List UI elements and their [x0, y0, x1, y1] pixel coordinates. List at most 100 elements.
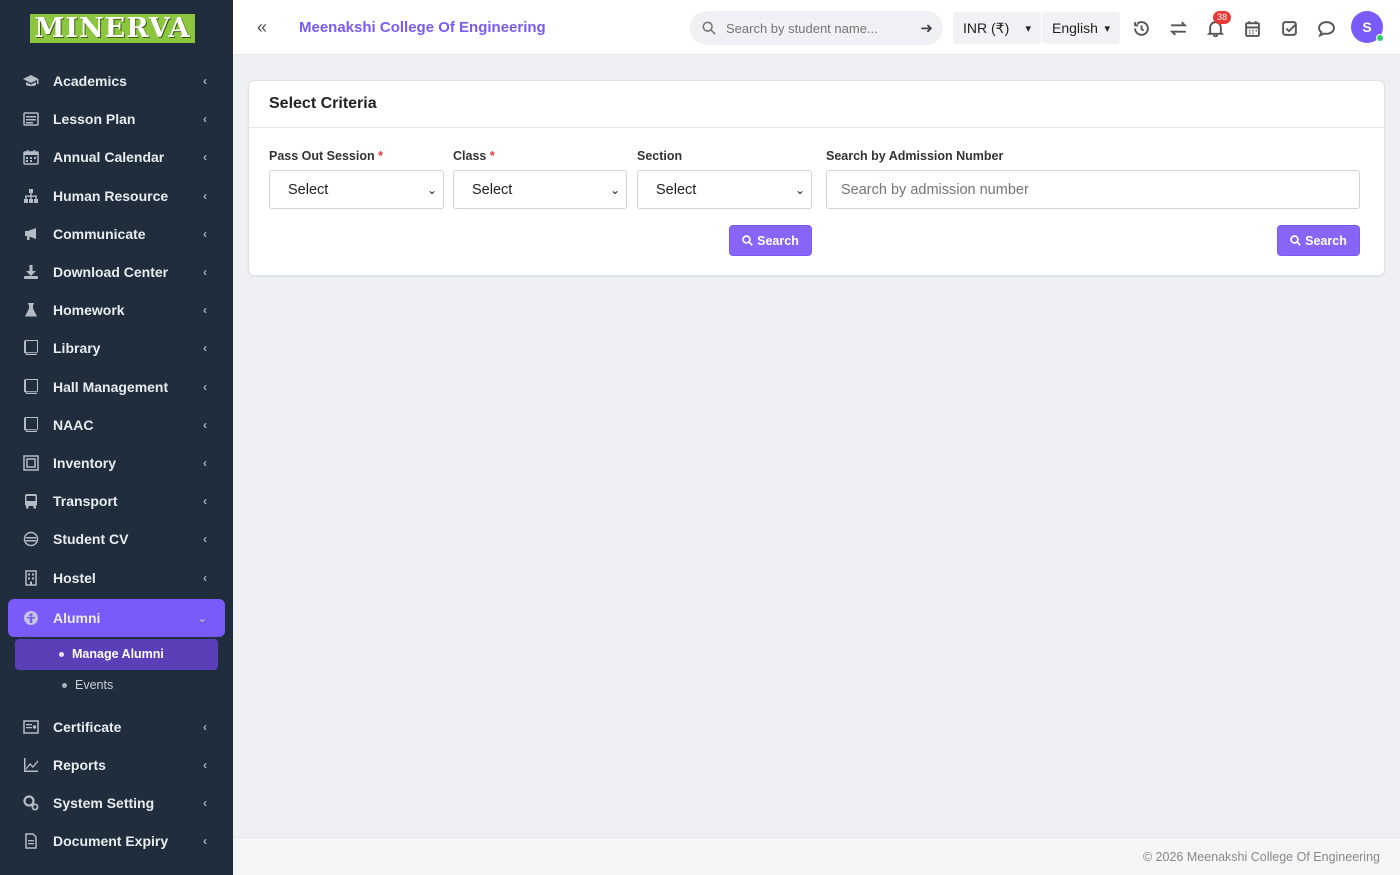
class-select[interactable]: Select ⌄	[453, 170, 627, 209]
pass-out-session-select[interactable]: Select ⌄	[269, 170, 444, 209]
chevron-left-icon: ‹	[203, 834, 207, 849]
cv-icon	[22, 531, 40, 547]
sidebar-item-inventory[interactable]: Inventory ‹	[0, 444, 233, 482]
chevron-left-icon: ‹	[203, 150, 207, 165]
logo-area: MINERVA	[0, 0, 233, 56]
chevron-left-icon: ‹	[203, 74, 207, 89]
class-label: Class	[453, 149, 487, 163]
button-label: Search	[1305, 233, 1347, 248]
history-icon[interactable]	[1131, 18, 1151, 38]
sitemap-icon	[22, 188, 40, 204]
sidebar-item-label: Document Expiry	[53, 833, 169, 850]
sidebar-item-label: Communicate	[53, 225, 146, 242]
notification-badge: 38	[1213, 11, 1232, 24]
sidebar-item-library[interactable]: Library ‹	[0, 329, 233, 367]
section-field: Section Select ⌄	[637, 149, 812, 209]
collapse-sidebar-icon[interactable]: «	[257, 17, 283, 38]
section-label: Section	[637, 149, 683, 163]
sidebar-item-transport[interactable]: Transport ‹	[0, 482, 233, 520]
graduation-cap-icon	[22, 73, 40, 89]
chevron-left-icon: ‹	[203, 796, 207, 811]
sidebar-item-label: NAAC	[53, 416, 94, 433]
footer: © 2026 Meenakshi College Of Engineering	[233, 837, 1400, 875]
language-select[interactable]: English ▾	[1042, 12, 1120, 44]
sub-item-events[interactable]: Events	[15, 670, 218, 701]
list-icon	[22, 111, 40, 127]
pass-out-session-label: Pass Out Session	[269, 149, 375, 163]
sidebar-item-label: Inventory	[53, 454, 117, 471]
sidebar-item-label: Student CV	[53, 531, 129, 548]
building-icon	[22, 569, 40, 586]
required-mark: *	[489, 149, 495, 163]
search-icon	[1290, 235, 1302, 246]
sub-item-label: Manage Alumni	[72, 647, 164, 662]
calendar-icon[interactable]	[1242, 18, 1262, 38]
sidebar-item-label: Hostel	[53, 569, 96, 586]
sidebar-item-label: Hall Management	[53, 378, 169, 395]
admission-number-label: Search by Admission Number	[826, 149, 1004, 163]
language-value: English	[1052, 20, 1098, 36]
admission-number-field: Search by Admission Number	[826, 149, 1360, 209]
sidebar-item-student-cv[interactable]: Student CV ‹	[0, 520, 233, 558]
logo[interactable]: MINERVA	[30, 13, 195, 43]
sidebar-item-label: Academics	[53, 73, 127, 90]
chart-line-icon	[22, 757, 40, 773]
search-icon	[742, 235, 754, 246]
chevron-left-icon: ‹	[203, 303, 207, 318]
book-icon	[22, 378, 40, 395]
sidebar-item-download-center[interactable]: Download Center ‹	[0, 253, 233, 291]
chevron-left-icon: ‹	[203, 719, 207, 734]
bullhorn-icon	[22, 226, 40, 242]
sidebar-item-communicate[interactable]: Communicate ‹	[0, 215, 233, 253]
chevron-down-icon: ⌄	[196, 610, 207, 625]
swap-icon[interactable]	[1168, 18, 1188, 38]
sidebar-item-label: Human Resource	[53, 187, 169, 204]
arrow-right-icon[interactable]: ➜	[920, 19, 933, 37]
bell-icon[interactable]: 38	[1205, 11, 1232, 38]
student-search-input[interactable]	[726, 20, 916, 36]
sidebar-item-hall-management[interactable]: Hall Management ‹	[0, 368, 233, 406]
sidebar-item-label: Library	[53, 340, 101, 357]
chevron-left-icon: ‹	[203, 494, 207, 509]
currency-select[interactable]: INR (₹) ▾	[953, 12, 1041, 44]
admission-number-input[interactable]	[826, 170, 1360, 209]
chevron-left-icon: ‹	[203, 341, 207, 356]
flask-icon	[22, 302, 40, 318]
sidebar-item-certificate[interactable]: Certificate ‹	[0, 708, 233, 746]
sidebar-item-hostel[interactable]: Hostel ‹	[0, 558, 233, 596]
criteria-search-button[interactable]: Search	[729, 225, 812, 256]
chat-icon[interactable]	[1316, 18, 1336, 38]
search-icon	[702, 21, 716, 35]
sidebar-item-human-resource[interactable]: Human Resource ‹	[0, 177, 233, 215]
sub-item-manage-alumni[interactable]: Manage Alumni	[15, 638, 218, 670]
sub-item-label: Events	[75, 678, 114, 693]
select-value: Select	[288, 181, 329, 198]
currency-value: INR (₹)	[963, 19, 1010, 36]
checklist-icon[interactable]	[1279, 18, 1299, 38]
sidebar-item-lesson-plan[interactable]: Lesson Plan ‹	[0, 100, 233, 138]
bullet-icon	[62, 682, 67, 688]
sidebar-item-annual-calendar[interactable]: Annual Calendar ‹	[0, 138, 233, 176]
section-select[interactable]: Select ⌄	[637, 170, 812, 209]
boxes-icon	[22, 455, 40, 471]
admission-search-button[interactable]: Search	[1277, 225, 1360, 256]
sidebar-item-alumni[interactable]: Alumni ⌄	[8, 598, 225, 637]
card-title: Select Criteria	[249, 81, 1384, 128]
chevron-left-icon: ‹	[203, 532, 207, 547]
sidebar-item-homework[interactable]: Homework ‹	[0, 291, 233, 329]
user-avatar[interactable]: S	[1351, 11, 1384, 43]
sidebar-item-label: Download Center	[53, 264, 169, 281]
select-value: Select	[656, 181, 697, 198]
sidebar-item-academics[interactable]: Academics ‹	[0, 62, 233, 100]
sidebar-item-system-setting[interactable]: System Setting ‹	[0, 784, 233, 822]
pass-out-session-field: Pass Out Session * Select ⌄	[269, 149, 444, 209]
sidebar-item-document-expiry[interactable]: Document Expiry ‹	[0, 822, 233, 860]
copyright-text: © 2026 Meenakshi College Of Engineering	[1142, 849, 1380, 864]
chevron-down-icon: ▾	[1025, 22, 1031, 35]
file-icon	[22, 833, 40, 850]
sidebar-item-naac[interactable]: NAAC ‹	[0, 406, 233, 444]
sidebar-item-reports[interactable]: Reports ‹	[0, 746, 233, 784]
chevron-down-icon: ⌄	[609, 182, 620, 197]
alumni-icon	[22, 610, 40, 626]
chevron-left-icon: ‹	[203, 226, 207, 241]
